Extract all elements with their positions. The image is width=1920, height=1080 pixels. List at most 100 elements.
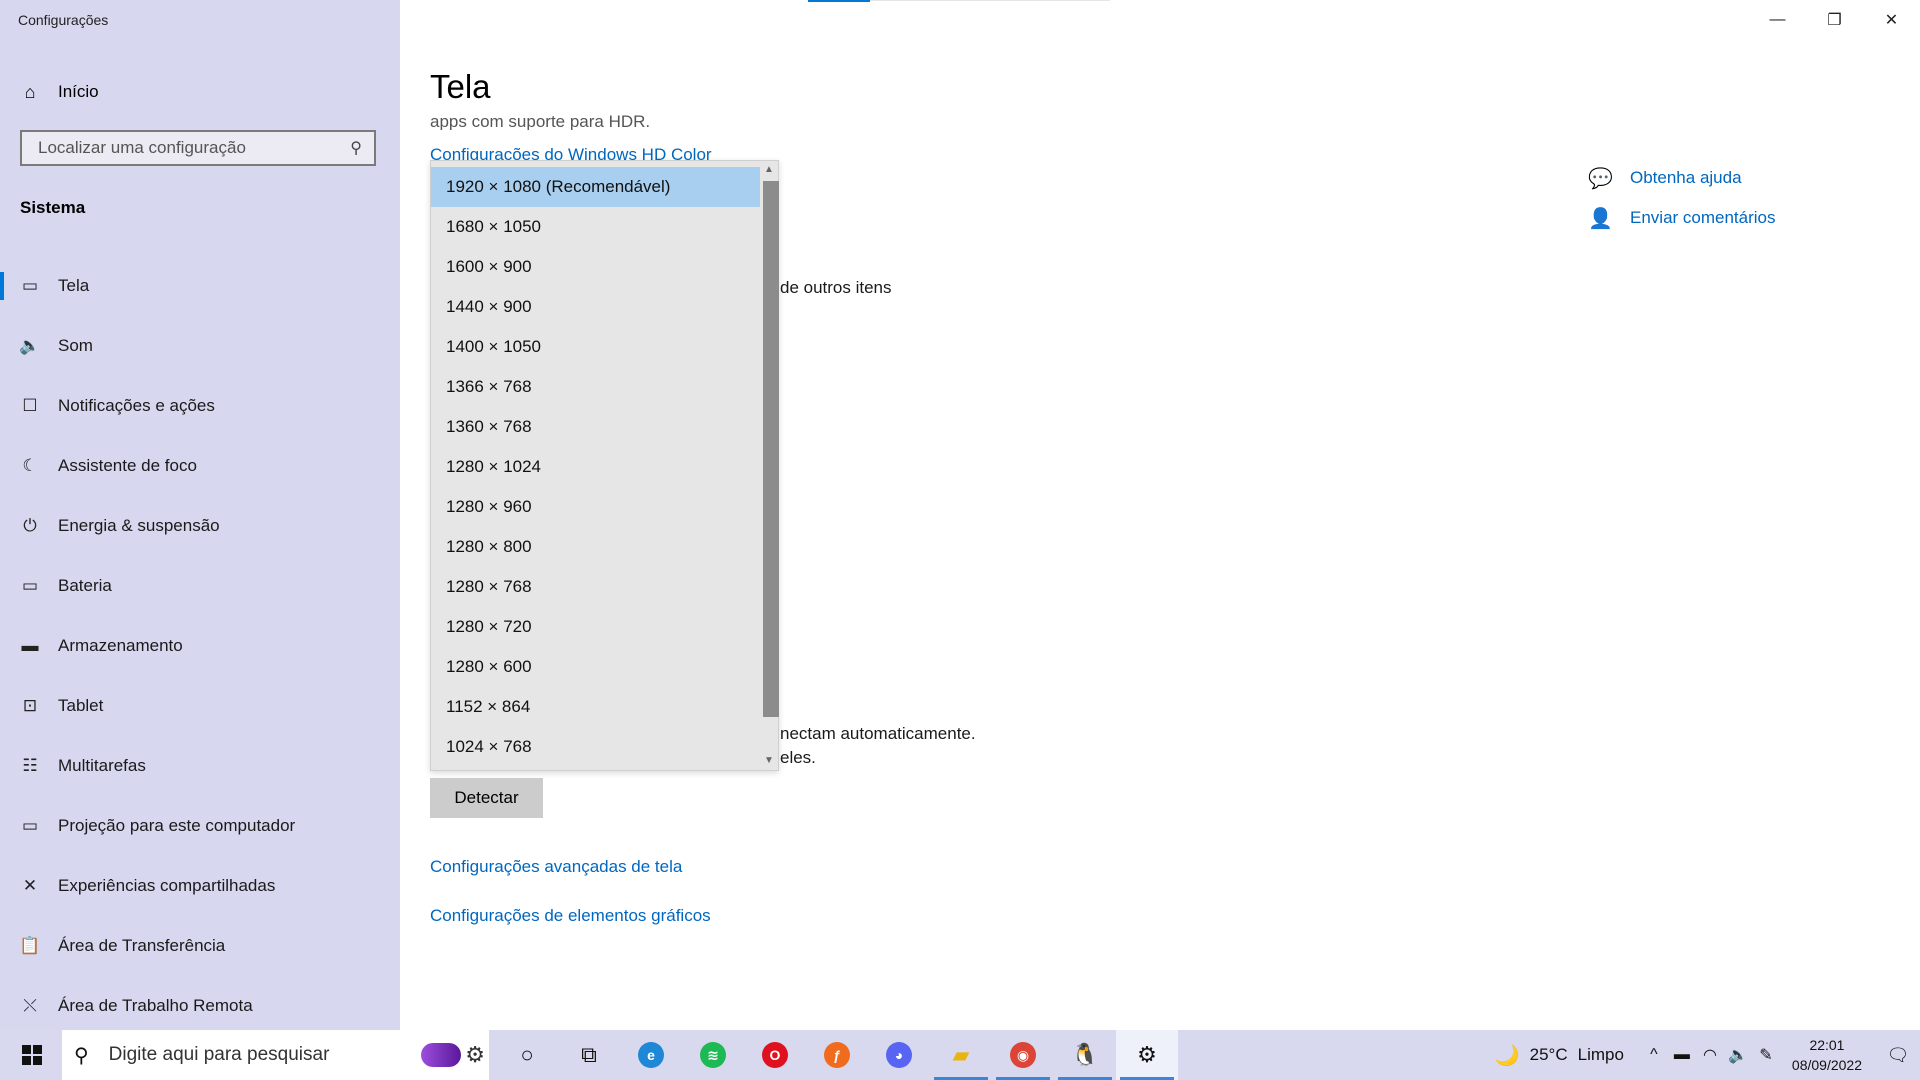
sidebar-item-9[interactable]: ▭ Projeção para este computador <box>0 796 400 856</box>
sidebar-item-10[interactable]: ✕ Experiências compartilhadas <box>0 856 400 916</box>
sidebar-item-label: Notificações e ações <box>58 396 215 415</box>
home-label: Início <box>58 82 99 101</box>
home-icon: ⌂ <box>24 81 36 102</box>
home-nav-item[interactable]: ⌂ Início <box>18 78 99 106</box>
weather-condition: Limpo <box>1577 1045 1624 1064</box>
advanced-display-link[interactable]: Configurações avançadas de tela <box>430 857 682 877</box>
tablet-icon: ⊡ <box>22 696 38 715</box>
sidebar-item-label: Energia & suspensão <box>58 516 220 535</box>
resolution-option[interactable]: 1400 × 1050 <box>431 327 760 367</box>
resolution-option[interactable]: 1360 × 768 <box>431 407 760 447</box>
help-chat-icon: 💬 <box>1588 167 1613 190</box>
taskbar-app-button[interactable]: 🐧 <box>1054 1030 1116 1080</box>
resolution-option[interactable]: 1280 × 960 <box>431 487 760 527</box>
start-button[interactable] <box>12 1030 52 1080</box>
graphics-settings-link[interactable]: Configurações de elementos gráficos <box>430 906 711 926</box>
feedback-label: Enviar comentários <box>1630 208 1776 227</box>
scroll-down-icon[interactable]: ▼ <box>760 752 778 770</box>
highlight-gear-icon: ⚙ <box>465 1042 485 1067</box>
sidebar-item-5[interactable]: ▭ Bateria <box>0 556 400 616</box>
settings-sidebar: Configurações ⌂ Início ⚲ Sistema ▭ Tela 🔈 S… <box>0 0 400 1030</box>
taskbar-app-button[interactable]: ƒ <box>806 1030 868 1080</box>
help-panel: 💬 Obtenha ajuda 👤 Enviar comentários <box>1588 158 1776 238</box>
sidebar-item-12[interactable]: ⤬ Área de Trabalho Remota <box>0 976 400 1036</box>
feedback-person-icon: 👤 <box>1588 207 1613 230</box>
sidebar-item-1[interactable]: 🔈 Som <box>0 316 400 376</box>
storage-icon: ▬ <box>21 636 39 655</box>
taskbar-search-box[interactable]: ⚲ ⚙ <box>62 1030 489 1080</box>
resolution-dropdown-list[interactable]: 1920 × 1080 (Recomendável) 1680 × 1050 160… <box>430 160 779 771</box>
system-tray: 🌙 25°C Limpo ^ ▬ ◠ 🔈 ✎ 22:01 08/09/2022 … <box>1495 1030 1920 1080</box>
sidebar-item-label: Bateria <box>58 576 112 595</box>
scroll-up-icon[interactable]: ▲ <box>760 161 778 179</box>
resolution-option[interactable]: 1440 × 900 <box>431 287 760 327</box>
sidebar-item-8[interactable]: ☷ Multitarefas <box>0 736 400 796</box>
close-button[interactable]: ✕ <box>1863 0 1920 40</box>
sidebar-item-2[interactable]: ☐ Notificações e ações <box>0 376 400 436</box>
sidebar-item-7[interactable]: ⊡ Tablet <box>0 676 400 736</box>
minimize-button[interactable]: — <box>1749 0 1806 40</box>
volume-icon[interactable]: 🔈 <box>1724 1045 1752 1065</box>
clock-time: 22:01 <box>1809 1037 1845 1053</box>
resolution-option[interactable]: 1280 × 800 <box>431 527 760 567</box>
battery-icon[interactable]: ▬ <box>1668 1046 1696 1064</box>
moon-weather-icon: 🌙 <box>1494 1044 1520 1067</box>
taskbar-clock[interactable]: 22:01 08/09/2022 <box>1792 1035 1862 1075</box>
taskbar-search-input[interactable] <box>106 1043 409 1067</box>
sidebar-item-11[interactable]: 📋 Área de Transferência <box>0 916 400 976</box>
sidebar-item-3[interactable]: ☾ Assistente de foco <box>0 436 400 496</box>
resolution-option[interactable]: 1280 × 720 <box>431 607 760 647</box>
sidebar-item-0[interactable]: ▭ Tela <box>0 256 400 316</box>
taskbar-app-button[interactable]: ○ <box>496 1030 558 1080</box>
chrome-icon: ◉ <box>1010 1042 1036 1068</box>
weather-widget[interactable]: 🌙 25°C Limpo <box>1495 1043 1624 1068</box>
moon-icon: ☾ <box>22 456 38 475</box>
sidebar-item-label: Área de Trabalho Remota <box>58 996 253 1015</box>
resolution-option[interactable]: 1920 × 1080 (Recomendável) <box>431 167 760 207</box>
resolution-option[interactable]: 1280 × 768 <box>431 567 760 607</box>
chevron-up-icon[interactable]: ^ <box>1640 1046 1668 1064</box>
clock-date: 08/09/2022 <box>1791 1057 1862 1073</box>
notification-center-icon[interactable]: 🗨 <box>1876 1045 1920 1066</box>
remote-icon: ⤬ <box>23 996 37 1015</box>
taskbar-app-button[interactable]: ◕ <box>868 1030 930 1080</box>
taskbar-app-button[interactable]: ⚙ <box>1116 1030 1178 1080</box>
partial-text-multiple-displays-2: eles. <box>780 748 816 767</box>
resolution-option[interactable]: 1024 × 768 <box>431 727 760 767</box>
dropdown-scrollbar[interactable]: ▲ ▼ <box>760 161 779 770</box>
detect-button[interactable]: Detectar <box>430 778 543 818</box>
search-icon[interactable]: ⚲ <box>350 138 362 158</box>
top-progress-indicator <box>808 0 1110 2</box>
wifi-icon[interactable]: ◠ <box>1696 1045 1724 1065</box>
resolution-option[interactable]: 1280 × 1024 <box>431 447 760 487</box>
sidebar-item-label: Tablet <box>58 696 104 715</box>
settings-search-input[interactable] <box>36 137 351 159</box>
taskbar-app-button[interactable]: e <box>620 1030 682 1080</box>
speaker-icon: 🔈 <box>19 336 41 355</box>
taskbar-app-button[interactable]: ◉ <box>992 1030 1054 1080</box>
resolution-option[interactable]: 1366 × 768 <box>431 367 760 407</box>
window-controls: — ❐ ✕ <box>1749 0 1920 40</box>
taskbar-app-button[interactable]: ≋ <box>682 1030 744 1080</box>
get-help-link[interactable]: 💬 Obtenha ajuda <box>1588 158 1776 198</box>
settings-search-box[interactable]: ⚲ <box>20 130 376 166</box>
sidebar-item-4[interactable]: ⏻ Energia & suspensão <box>0 496 400 556</box>
taskbar-search-icon: ⚲ <box>74 1044 89 1067</box>
feedback-link[interactable]: 👤 Enviar comentários <box>1588 198 1776 238</box>
resolution-option[interactable]: 1600 × 900 <box>431 247 760 287</box>
taskbar-app-button[interactable]: ⧉ <box>558 1030 620 1080</box>
sidebar-item-6[interactable]: ▬ Armazenamento <box>0 616 400 676</box>
resolution-option[interactable]: 1280 × 600 <box>431 647 760 687</box>
resolution-option[interactable]: 1680 × 1050 <box>431 207 760 247</box>
pen-icon[interactable]: ✎ <box>1752 1045 1780 1065</box>
maximize-button[interactable]: ❐ <box>1806 0 1863 40</box>
scrollbar-thumb[interactable] <box>763 181 779 717</box>
taskbar-app-button[interactable]: O <box>744 1030 806 1080</box>
cortana-icon: ○ <box>520 1042 534 1067</box>
sidebar-item-label: Assistente de foco <box>58 456 197 475</box>
power-icon: ⏻ <box>23 516 37 535</box>
taskbar: ⚲ ⚙ ○ ⧉ e ≋ Oƒ ◕ ▰ ◉ 🐧 ⚙ 🌙 25°C Limpo ^ ▬ ◠ 🔈 ✎ 2… <box>0 1030 1920 1080</box>
taskbar-app-button[interactable]: ▰ <box>930 1030 992 1080</box>
resolution-option[interactable]: 1152 × 864 <box>431 687 760 727</box>
partial-text-multiple-displays: nectam automaticamente. <box>780 724 976 743</box>
